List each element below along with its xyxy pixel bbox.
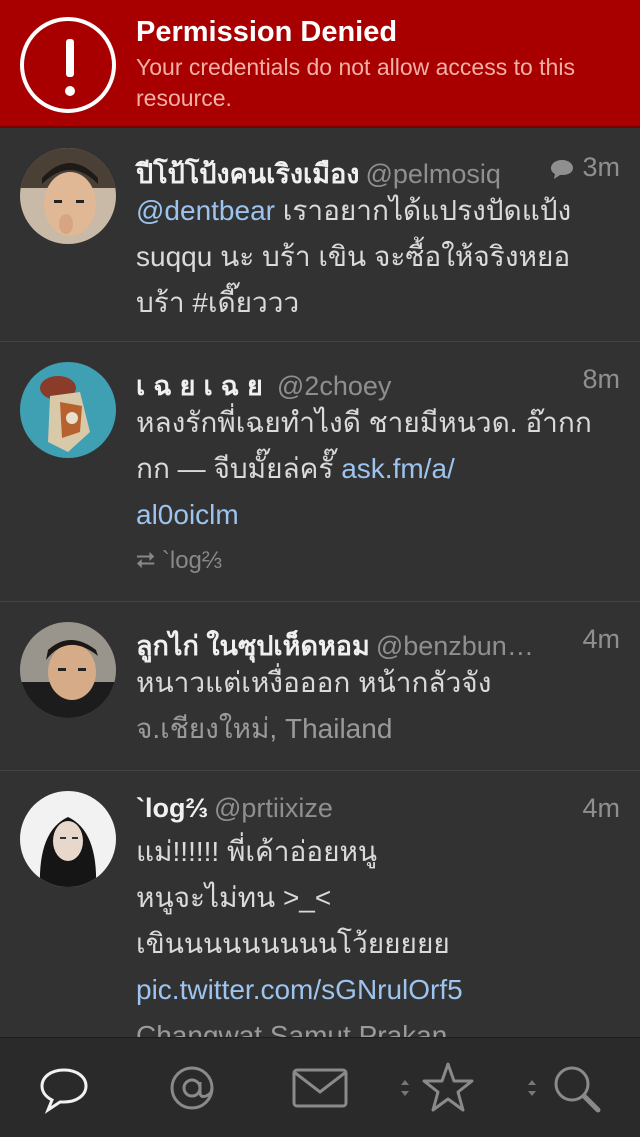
tweet-item[interactable]: ลูกไก่ ในซุปเห็ดหอม @benzbun… 4m หนาวแต่เ… bbox=[0, 602, 640, 771]
at-icon[interactable] bbox=[164, 1060, 220, 1116]
tweet-time: 4m bbox=[582, 624, 620, 654]
tweet-text: หนาวแต่เหงื่อออก หน้ากลัวจัง จ.เชียงใหม่… bbox=[136, 660, 620, 752]
user-handle[interactable]: @benzbun… bbox=[376, 631, 534, 661]
avatar[interactable] bbox=[20, 791, 116, 887]
warning-icon bbox=[20, 17, 116, 113]
tab-bar bbox=[0, 1037, 640, 1137]
mention-link[interactable]: @dentbear bbox=[136, 195, 275, 226]
updown-arrows-icon bbox=[528, 1080, 536, 1096]
tweet-location: จ.เชียงใหม่, Thailand bbox=[136, 713, 393, 744]
timeline[interactable]: ปีโป้โป้งคนเริงเมือง @pelmosiq 3m @dentbe… bbox=[0, 130, 640, 1037]
url-link[interactable]: pic.twitter.com/sGNrulOrf5 bbox=[136, 967, 620, 1013]
url-link[interactable]: ask.fm/a/ bbox=[341, 453, 455, 484]
banner-title: Permission Denied bbox=[136, 16, 398, 48]
banner-message: Your credentials do not allow access to … bbox=[136, 54, 575, 111]
avatar[interactable] bbox=[20, 148, 116, 244]
chat-bubble-icon[interactable] bbox=[36, 1060, 92, 1116]
retweeter-name[interactable]: `log⅔ bbox=[162, 547, 222, 574]
user-handle[interactable]: @pelmosiq bbox=[365, 159, 500, 189]
tweet-item[interactable]: เฉยเฉย @2choey 8m หลงรักพี่เฉยทำไงดี ชายม… bbox=[0, 342, 640, 602]
avatar[interactable] bbox=[20, 622, 116, 718]
user-name[interactable]: `log⅔ bbox=[136, 793, 208, 823]
user-handle[interactable]: @2choey bbox=[277, 371, 391, 401]
tweet-item[interactable]: `log⅔ @prtiixize 4m แม่!!!!!! พี่เค้าอ่อย… bbox=[0, 771, 640, 1037]
tweet-header: เฉยเฉย @2choey 8m bbox=[136, 364, 620, 401]
tweet-time: 3m bbox=[550, 152, 620, 183]
conversation-icon bbox=[551, 159, 574, 179]
tweet-header: ปีโป้โป้งคนเริงเมือง @pelmosiq 3m bbox=[136, 152, 620, 189]
search-icon[interactable] bbox=[548, 1060, 604, 1116]
retweet-icon: ⮂ bbox=[136, 547, 156, 574]
tweet-item[interactable]: ปีโป้โป้งคนเริงเมือง @pelmosiq 3m @dentbe… bbox=[0, 130, 640, 342]
url-link[interactable]: al0oiclm bbox=[136, 492, 620, 538]
user-name[interactable]: เฉยเฉย bbox=[136, 371, 271, 401]
tweet-location: Changwat Samut Prakan bbox=[136, 1020, 448, 1037]
tweet-text: @dentbear เราอยากได้แปรงปัดแป้ง suqqu นะ… bbox=[136, 195, 572, 318]
tweet-header: ลูกไก่ ในซุปเห็ดหอม @benzbun… 4m bbox=[136, 624, 620, 661]
user-name[interactable]: ลูกไก่ ในซุปเห็ดหอม bbox=[136, 631, 370, 661]
tweet-time: 8m bbox=[582, 364, 620, 394]
retweet-info: ⮂ `log⅔ bbox=[136, 538, 620, 584]
user-handle[interactable]: @prtiixize bbox=[214, 793, 333, 823]
tweet-time: 4m bbox=[582, 793, 620, 823]
tweet-text: หลงรักพี่เฉยทำไงดี ชายมีหนวด. อ๊ากก กก —… bbox=[136, 400, 620, 584]
star-icon[interactable] bbox=[420, 1060, 476, 1116]
permission-denied-banner[interactable]: Permission Denied Your credentials do no… bbox=[0, 0, 640, 128]
user-name[interactable]: ปีโป้โป้งคนเริงเมือง bbox=[136, 159, 359, 189]
tweet-text: แม่!!!!!! พี่เค้าอ่อยหนู หนูจะไม่ทน >_< … bbox=[136, 829, 620, 1037]
tweet-header: `log⅔ @prtiixize 4m bbox=[136, 793, 620, 829]
updown-arrows-icon bbox=[401, 1080, 409, 1096]
avatar[interactable] bbox=[20, 362, 116, 458]
mail-icon[interactable] bbox=[292, 1060, 348, 1116]
